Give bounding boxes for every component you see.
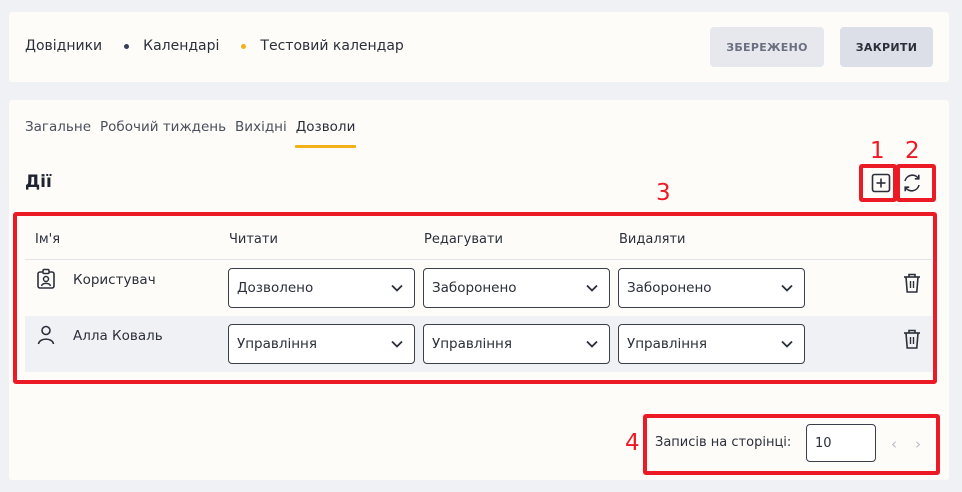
trash-icon[interactable]	[902, 328, 922, 350]
trash-icon[interactable]	[902, 272, 922, 294]
page-size-label: Записів на сторінці:	[655, 435, 792, 450]
select-value: Управління	[237, 336, 318, 352]
person-icon	[36, 324, 56, 346]
breadcrumb-item-calendars[interactable]: Календарі	[143, 38, 219, 54]
tab-weekends[interactable]: Вихідні	[235, 119, 287, 135]
read-permission-select[interactable]: Управління	[228, 324, 415, 364]
tab-bar: Загальне Робочий тиждень Вихідні Дозволи	[25, 119, 364, 148]
column-header-name: Ім'я	[35, 232, 61, 247]
chevron-down-icon	[781, 284, 793, 292]
read-permission-select[interactable]: Дозволено	[228, 268, 415, 308]
select-value: Управління	[432, 336, 513, 352]
table-row: Алла Коваль Управління Управління Управл…	[25, 316, 932, 372]
select-value: Дозволено	[237, 280, 314, 296]
next-page-icon[interactable]: ›	[915, 435, 921, 453]
main-panel: Загальне Робочий тиждень Вихідні Дозволи…	[9, 100, 949, 480]
close-button[interactable]: ЗАКРИТИ	[840, 27, 933, 67]
header-bar: Довідники Календарі Тестовий календар ЗБ…	[9, 12, 949, 82]
section-title: Дії	[25, 172, 52, 192]
save-button[interactable]: ЗБЕРЕЖЕНО	[710, 27, 824, 67]
breadcrumb-separator	[124, 43, 130, 49]
user-name: Користувач	[73, 272, 156, 288]
permissions-table: Ім'я Читати Редагувати Видаляти Користув…	[25, 220, 932, 376]
role-badge-icon	[36, 268, 56, 290]
delete-permission-select[interactable]: Заборонено	[618, 268, 805, 308]
chevron-down-icon	[391, 340, 403, 348]
chevron-down-icon	[391, 284, 403, 292]
pagination: Записів на сторінці: 10 ‹ ›	[654, 418, 934, 468]
select-value: Заборонено	[432, 280, 517, 296]
annotation-number-3: 3	[656, 180, 671, 206]
breadcrumb-separator-current	[241, 43, 247, 49]
select-value: Управління	[627, 336, 708, 352]
refresh-icon	[904, 174, 920, 192]
annotation-number-4: 4	[625, 430, 640, 456]
refresh-button[interactable]	[899, 170, 925, 196]
column-header-read: Читати	[229, 232, 278, 247]
user-name: Алла Коваль	[73, 328, 163, 344]
table-row: Користувач Дозволено Заборонено Забороне…	[25, 260, 932, 316]
column-header-delete: Видаляти	[619, 232, 686, 247]
page-size-input[interactable]: 10	[806, 424, 876, 462]
tab-work-week[interactable]: Робочий тиждень	[100, 119, 226, 135]
annotation-number-1: 1	[870, 138, 885, 164]
tab-general[interactable]: Загальне	[25, 119, 91, 135]
add-button[interactable]	[868, 170, 894, 196]
plus-square-icon	[871, 173, 891, 193]
annotation-number-2: 2	[905, 138, 920, 164]
chevron-down-icon	[586, 340, 598, 348]
edit-permission-select[interactable]: Заборонено	[423, 268, 610, 308]
table-header: Ім'я Читати Редагувати Видаляти	[25, 220, 932, 260]
chevron-down-icon	[781, 340, 793, 348]
breadcrumb-item-directories[interactable]: Довідники	[25, 38, 102, 54]
breadcrumb-item-current: Тестовий календар	[260, 38, 404, 54]
prev-page-icon[interactable]: ‹	[891, 435, 897, 453]
breadcrumb: Довідники Календарі Тестовий календар	[25, 38, 404, 54]
delete-permission-select[interactable]: Управління	[618, 324, 805, 364]
chevron-down-icon	[586, 284, 598, 292]
column-header-edit: Редагувати	[424, 232, 503, 247]
tab-permissions[interactable]: Дозволи	[294, 119, 356, 148]
edit-permission-select[interactable]: Управління	[423, 324, 610, 364]
select-value: Заборонено	[627, 280, 712, 296]
